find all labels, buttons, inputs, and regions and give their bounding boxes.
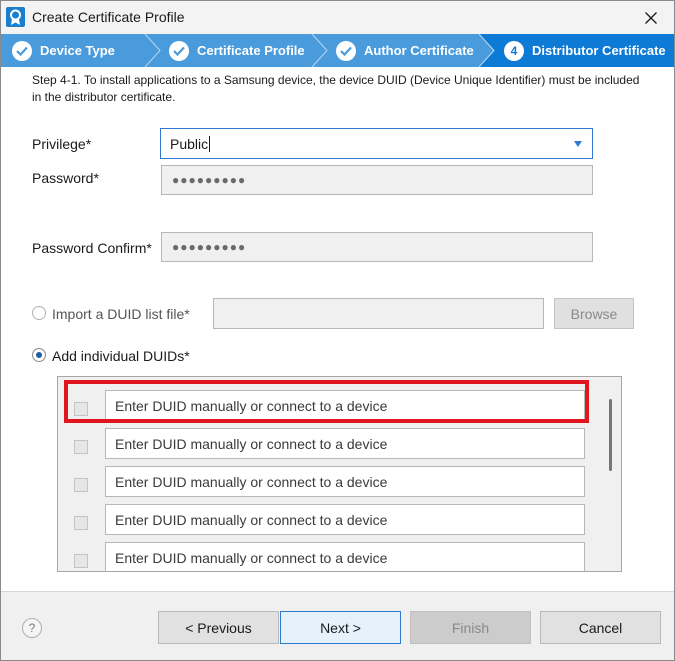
highlight-box	[64, 380, 589, 423]
step-certificate-profile: Certificate Profile	[169, 34, 305, 67]
chevron-right-icon	[144, 34, 161, 67]
step-label: Certificate Profile	[197, 43, 305, 58]
privilege-value: Public	[170, 135, 209, 152]
duid-input[interactable]: Enter DUID manually or connect to a devi…	[105, 466, 585, 497]
browse-label: Browse	[570, 305, 618, 322]
duid-row: Enter DUID manually or connect to a devi…	[58, 428, 603, 466]
chevron-down-icon	[574, 141, 582, 147]
next-label: Next >	[320, 619, 361, 636]
duid-file-path-input[interactable]	[213, 298, 544, 329]
duid-checkbox[interactable]	[74, 516, 88, 530]
step-label: Device Type	[40, 43, 115, 58]
title-bar: Create Certificate Profile	[1, 1, 674, 34]
check-circle-icon	[169, 40, 189, 61]
cancel-label: Cancel	[578, 619, 623, 636]
password-confirm-mask: ●●●●●●●●●	[172, 240, 247, 254]
step-number-badge: 4	[504, 40, 524, 61]
chevron-right-icon	[311, 34, 328, 67]
privilege-label: Privilege*	[32, 136, 92, 152]
step-distributor-certificate: 4 Distributor Certificate	[479, 34, 674, 67]
password-mask: ●●●●●●●●●	[172, 173, 247, 187]
privilege-select[interactable]: Public	[160, 128, 593, 159]
help-icon[interactable]: ?	[22, 618, 42, 638]
duid-checkbox[interactable]	[74, 478, 88, 492]
description-text: Step 4-1. To install applications to a S…	[32, 73, 640, 104]
duid-placeholder: Enter DUID manually or connect to a devi…	[115, 435, 388, 452]
duid-row: Enter DUID manually or connect to a devi…	[58, 466, 603, 504]
add-duids-label: Add individual DUIDs*	[52, 348, 190, 364]
duid-checkbox[interactable]	[74, 554, 88, 568]
window-title: Create Certificate Profile	[32, 9, 185, 25]
step-number: 4	[510, 43, 518, 58]
duid-checkbox[interactable]	[74, 440, 88, 454]
close-button[interactable]	[628, 1, 674, 34]
duid-row: Enter DUID manually or connect to a devi…	[58, 504, 603, 542]
create-certificate-profile-dialog: Create Certificate Profile Device Type C…	[0, 0, 675, 661]
import-duid-label: Import a DUID list file*	[52, 306, 190, 322]
check-circle-icon	[12, 40, 32, 61]
duid-input[interactable]: Enter DUID manually or connect to a devi…	[105, 504, 585, 535]
next-button[interactable]: Next >	[280, 611, 401, 644]
step-device-type: Device Type	[12, 34, 115, 67]
duid-input[interactable]: Enter DUID manually or connect to a devi…	[105, 428, 585, 459]
previous-button[interactable]: < Previous	[158, 611, 279, 644]
step-description: Step 4-1. To install applications to a S…	[1, 67, 674, 107]
cancel-button[interactable]: Cancel	[540, 611, 661, 644]
browse-button[interactable]: Browse	[554, 298, 634, 329]
footer-divider	[1, 591, 674, 592]
duid-placeholder: Enter DUID manually or connect to a devi…	[115, 511, 388, 528]
step-label: Author Certificate	[364, 43, 474, 58]
duid-placeholder: Enter DUID manually or connect to a devi…	[115, 549, 388, 566]
step-label: Distributor Certificate	[532, 43, 666, 58]
certificate-app-icon	[6, 7, 25, 27]
chevron-right-icon	[479, 34, 495, 67]
duid-input[interactable]: Enter DUID manually or connect to a devi…	[105, 542, 585, 571]
duid-placeholder: Enter DUID manually or connect to a devi…	[115, 473, 388, 490]
import-duid-radio[interactable]	[32, 306, 46, 320]
password-confirm-label: Password Confirm*	[32, 240, 152, 256]
scroll-thumb[interactable]	[609, 399, 612, 471]
previous-label: < Previous	[185, 619, 252, 636]
check-circle-icon	[336, 40, 356, 61]
duid-row: Enter DUID manually or connect to a devi…	[58, 542, 603, 571]
password-confirm-field[interactable]: ●●●●●●●●●	[161, 232, 593, 262]
help-glyph: ?	[28, 621, 36, 635]
password-label: Password*	[32, 170, 99, 186]
text-cursor	[209, 135, 211, 152]
close-icon	[645, 11, 657, 24]
step-author-certificate: Author Certificate	[336, 34, 474, 67]
finish-label: Finish	[451, 619, 490, 636]
finish-button[interactable]: Finish	[410, 611, 531, 644]
password-field[interactable]: ●●●●●●●●●	[161, 165, 593, 195]
wizard-steps: Device Type Certificate Profile Author C…	[1, 34, 674, 67]
duid-list-scrollbar[interactable]	[601, 377, 621, 571]
add-duids-radio[interactable]	[32, 348, 46, 362]
